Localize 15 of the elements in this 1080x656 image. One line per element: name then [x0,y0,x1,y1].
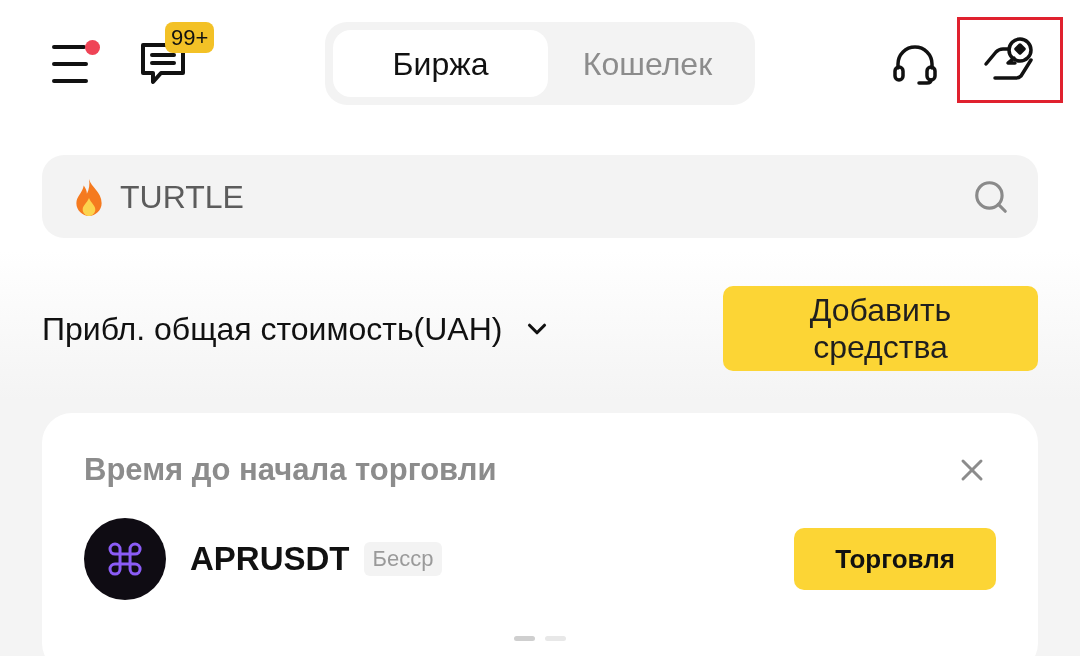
pair-name: APRUSDT [190,539,350,580]
search-hint: TURTLE [120,177,244,217]
currency-dropdown[interactable]: Прибл. общая стоимость(UAH) [42,304,553,353]
trade-button[interactable]: Торговля [794,528,996,590]
pair-tag: Бесср [363,542,443,576]
tab[interactable]: Биржа [333,30,548,97]
search-field[interactable]: TURTLE [42,155,1038,238]
token-logo-icon [84,518,166,600]
headset-icon [891,42,939,85]
message-count-badge: 99+ [165,21,215,53]
reward-button[interactable] [957,17,1063,103]
card-title: Время до начала торговли [84,451,497,489]
menu-icon [52,43,88,84]
support-button[interactable] [891,42,939,85]
add-funds-button[interactable]: Добавить средства [723,286,1038,371]
